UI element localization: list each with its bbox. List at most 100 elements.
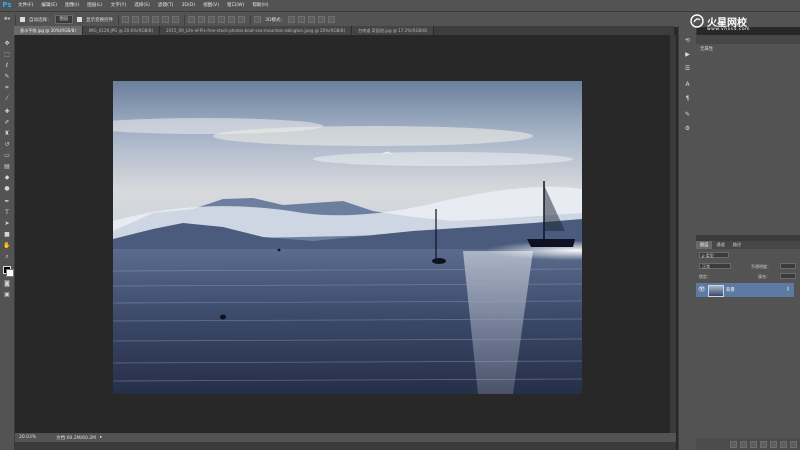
layer-filter-dropdown[interactable]: ρ 类型 [699, 252, 729, 258]
distribute-bottom-icon[interactable] [208, 16, 216, 23]
status-menu-arrow-icon[interactable]: ▸ [100, 435, 102, 440]
auto-align-icon[interactable] [254, 16, 262, 23]
character-panel-icon[interactable]: A [683, 80, 692, 89]
dodge-tool-icon[interactable]: ● [3, 185, 11, 193]
auto-select-checkbox[interactable] [20, 17, 26, 22]
lasso-tool-icon[interactable]: ℓ [3, 62, 11, 70]
zoom-level[interactable]: 20.03% [19, 435, 36, 440]
align-bottom-icon[interactable] [142, 16, 150, 23]
layer-name[interactable]: 背景 [726, 287, 735, 293]
zoom-tool-icon[interactable]: ⌕ [3, 253, 11, 261]
menu-select[interactable]: 选择(S) [130, 0, 154, 11]
properties-panel-header [696, 35, 800, 44]
align-right-icon[interactable] [172, 16, 180, 23]
layer-thumbnail [708, 285, 724, 297]
tool-presets-icon[interactable]: ⚙ [683, 124, 692, 133]
tab-document-4[interactable]: 台南道 奇园池.jpg @ 17.2%(RGB/8) [352, 26, 435, 35]
healing-brush-tool-icon[interactable]: ✚ [3, 108, 11, 116]
photoshop-logo[interactable]: Ps [0, 0, 14, 11]
3d-pan-icon[interactable] [307, 16, 315, 23]
show-transform-label: 显示变换控件 [86, 17, 114, 23]
marquee-tool-icon[interactable]: ⬚ [3, 51, 11, 59]
layer-row-background[interactable]: 👁 背景 ⚷ [696, 283, 794, 297]
background-color-swatch[interactable] [6, 269, 14, 277]
path-select-tool-icon[interactable]: ➤ [3, 220, 11, 228]
show-transform-checkbox[interactable] [77, 17, 83, 22]
eye-visibility-icon[interactable]: 👁 [698, 286, 706, 293]
align-top-icon[interactable] [122, 16, 130, 23]
actions-panel-icon[interactable]: ▶ [683, 50, 692, 59]
pen-tool-icon[interactable]: ✒ [3, 198, 11, 206]
align-vcenter-icon[interactable] [132, 16, 140, 23]
crop-tool-icon[interactable]: ⌗ [3, 84, 11, 92]
watermark-url: www.vhxsd.com [707, 27, 750, 32]
menu-view[interactable]: 视图(V) [199, 0, 223, 11]
menu-type[interactable]: 文字(Y) [107, 0, 131, 11]
brush-tool-icon[interactable]: ✐ [3, 119, 11, 127]
eyedropper-tool-icon[interactable]: ⁄ [3, 95, 11, 103]
watermark-logo: 火星网校 www.vhxsd.com [690, 14, 796, 34]
type-tool-icon[interactable]: T [3, 209, 11, 217]
opacity-field[interactable] [780, 263, 796, 269]
hand-tool-icon[interactable]: ✋ [3, 242, 11, 250]
3d-roll-icon[interactable] [297, 16, 305, 23]
menu-image[interactable]: 图像(I) [61, 0, 83, 11]
properties-panel-icon[interactable]: ☰ [683, 64, 692, 73]
distribute-hcenter-icon[interactable] [228, 16, 236, 23]
menu-edit[interactable]: 编辑(E) [37, 0, 61, 11]
add-mask-icon[interactable] [750, 440, 757, 448]
tab-document-1[interactable]: 垂水平线.jpg @ 20%(RGB/8) [14, 26, 83, 35]
layers-panel: 图层 通道 路径 ρ 类型 正常 不透明度： 锁定： 填充： [696, 241, 800, 450]
new-group-icon[interactable] [770, 440, 777, 448]
quick-select-tool-icon[interactable]: ✎ [3, 73, 11, 81]
adjustment-layer-icon[interactable] [760, 440, 767, 448]
horizontal-scrollbar[interactable] [15, 442, 676, 450]
new-layer-icon[interactable] [780, 440, 787, 448]
fill-label: 填充： [758, 274, 770, 279]
auto-select-dropdown[interactable]: 图层 [54, 15, 74, 24]
screen-mode-icon[interactable]: ▣ [3, 291, 11, 299]
link-layers-icon[interactable] [730, 440, 737, 448]
quick-mask-icon[interactable]: ◙ [3, 280, 11, 288]
shape-tool-icon[interactable]: ■ [3, 231, 11, 239]
panel-icon-strip: ⟲ ▶ ☰ A ¶ ✎ ⚙ [678, 26, 697, 450]
tab-channels[interactable]: 通道 [712, 241, 728, 249]
distribute-right-icon[interactable] [238, 16, 246, 23]
distribute-left-icon[interactable] [218, 16, 226, 23]
delete-layer-icon[interactable] [790, 440, 797, 448]
blur-tool-icon[interactable]: ◆ [3, 174, 11, 182]
tab-layers[interactable]: 图层 [696, 241, 713, 249]
eraser-tool-icon[interactable]: ▭ [3, 152, 11, 160]
move-tool-icon[interactable]: ✥▾ [4, 17, 10, 22]
blend-mode-dropdown[interactable]: 正常 [699, 263, 731, 269]
tab-paths[interactable]: 路径 [729, 241, 745, 249]
menu-layer[interactable]: 图层(L) [83, 0, 106, 11]
paragraph-panel-icon[interactable]: ¶ [683, 94, 692, 103]
vertical-scrollbar[interactable] [670, 35, 676, 433]
align-left-icon[interactable] [152, 16, 160, 23]
brush-panel-icon[interactable]: ✎ [683, 110, 692, 119]
menu-3d[interactable]: 3D(D) [177, 0, 199, 11]
3d-slide-icon[interactable] [317, 16, 325, 23]
document-canvas-image[interactable] [113, 81, 582, 394]
fill-field[interactable] [780, 273, 796, 279]
separator [15, 14, 17, 25]
layer-style-icon[interactable] [740, 440, 747, 448]
opacity-label: 不透明度： [751, 264, 771, 269]
menu-window[interactable]: 窗口(W) [223, 0, 248, 11]
tab-document-3[interactable]: 2015_09_Life-of-Pix-free-stock-photos-bo… [160, 26, 353, 35]
3d-rotate-icon[interactable] [287, 16, 295, 23]
distribute-top-icon[interactable] [188, 16, 196, 23]
menu-filter[interactable]: 滤镜(T) [154, 0, 178, 11]
3d-scale-icon[interactable] [327, 16, 335, 23]
history-brush-tool-icon[interactable]: ↺ [3, 141, 11, 149]
menu-help[interactable]: 帮助(H) [248, 0, 272, 11]
menu-file[interactable]: 文件(F) [14, 0, 37, 11]
history-panel-icon[interactable]: ⟲ [683, 36, 692, 45]
clone-stamp-tool-icon[interactable]: ♜ [3, 130, 11, 138]
move-tool-icon[interactable]: ✥ [3, 40, 11, 48]
distribute-vcenter-icon[interactable] [198, 16, 206, 23]
gradient-tool-icon[interactable]: ▤ [3, 163, 11, 171]
align-hcenter-icon[interactable] [162, 16, 170, 23]
tab-document-2[interactable]: IMG_0126.JPG @ 20.6%(RGB/8) [82, 26, 161, 35]
